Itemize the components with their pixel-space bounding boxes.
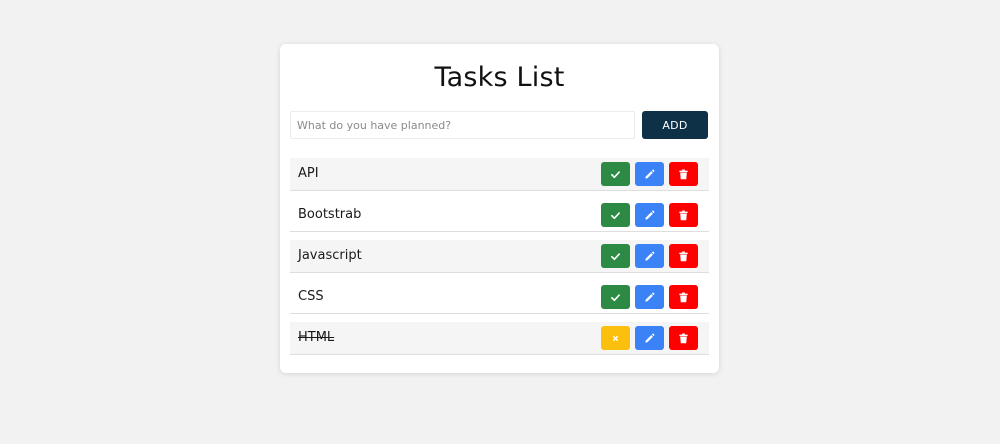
complete-button[interactable] [601,162,630,186]
trash-icon [679,333,688,343]
delete-button[interactable] [669,203,698,227]
delete-button[interactable] [669,162,698,186]
tasks-card: Tasks List ADD API Bootstrab [280,44,719,373]
pencil-icon [645,169,655,179]
page-title: Tasks List [434,62,565,93]
trash-icon [679,251,688,261]
task-item: Javascript [290,240,709,273]
trash-icon [679,169,688,179]
pencil-icon [645,333,655,343]
pencil-icon [645,292,655,302]
task-item: API [290,158,709,191]
task-item-completed: HTML [290,322,709,355]
trash-icon [679,292,688,302]
task-text: Bootstrab [298,207,362,222]
trash-icon [679,210,688,220]
complete-button[interactable] [601,244,630,268]
task-input[interactable] [290,111,635,139]
edit-button[interactable] [635,203,664,227]
task-list: API Bootstrab Javascript CSS HTML [290,158,709,363]
delete-button[interactable] [669,285,698,309]
check-icon [611,252,620,260]
x-icon [612,335,619,341]
check-icon [611,293,620,301]
task-text: CSS [298,289,324,304]
task-text: Javascript [298,248,362,263]
delete-button[interactable] [669,244,698,268]
task-item: Bootstrab [290,199,709,232]
delete-button[interactable] [669,326,698,350]
edit-button[interactable] [635,244,664,268]
task-text: API [298,166,319,181]
task-text: HTML [298,330,335,345]
task-item: CSS [290,281,709,314]
check-icon [611,170,620,178]
undo-button[interactable] [601,326,630,350]
add-button[interactable]: ADD [642,111,708,139]
edit-button[interactable] [635,162,664,186]
complete-button[interactable] [601,203,630,227]
edit-button[interactable] [635,285,664,309]
pencil-icon [645,251,655,261]
add-task-form: ADD [290,111,709,139]
pencil-icon [645,210,655,220]
check-icon [611,211,620,219]
complete-button[interactable] [601,285,630,309]
edit-button[interactable] [635,326,664,350]
